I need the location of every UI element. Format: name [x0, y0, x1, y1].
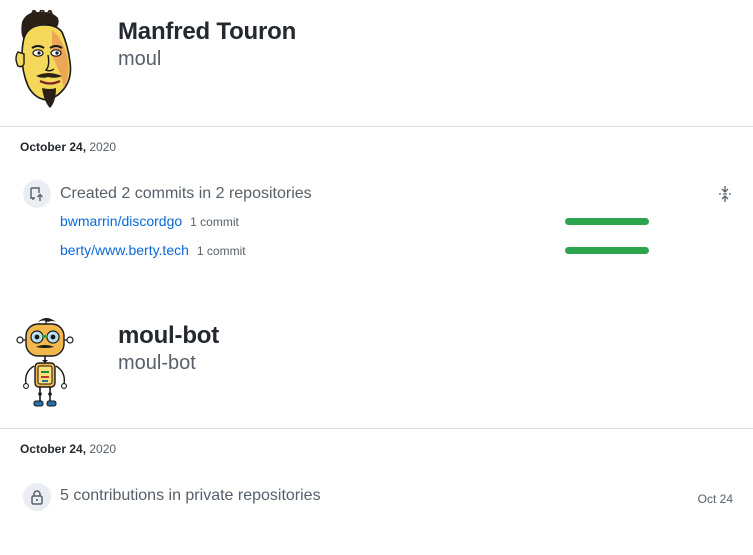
avatar-cartoon-face-icon	[15, 7, 72, 108]
activity-summary: 5 contributions in private repositories	[60, 487, 321, 504]
activity-date: October 24, 2020	[20, 442, 116, 456]
activity-summary: Created 2 commits in 2 repositories	[60, 185, 312, 202]
activity-time: Oct 24	[697, 492, 733, 506]
user-fullname[interactable]: moul-bot	[118, 322, 219, 350]
divider	[0, 126, 753, 127]
collapse-toggle-icon[interactable]	[716, 184, 734, 204]
divider	[0, 428, 753, 429]
date-year: 2020	[89, 442, 117, 456]
list-item: berty/www.berty.tech 1 commit	[60, 242, 246, 262]
date-month-day: October 24,	[20, 140, 87, 154]
activity-date: October 24, 2020	[20, 140, 116, 154]
commit-bar	[565, 247, 649, 254]
repo-link[interactable]: bwmarrin/discordgo	[60, 213, 182, 229]
user-username: moul-bot	[118, 352, 196, 374]
repo-link[interactable]: berty/www.berty.tech	[60, 242, 189, 258]
commit-bar	[565, 218, 649, 225]
commit-count[interactable]: 1 commit	[197, 244, 246, 258]
date-year: 2020	[89, 140, 117, 154]
lock-icon	[23, 483, 51, 511]
user-username: moul	[118, 48, 162, 70]
commit-count[interactable]: 1 commit	[190, 215, 239, 229]
date-month-day: October 24,	[20, 442, 87, 456]
avatar[interactable]	[12, 316, 80, 416]
avatar-robot-icon	[16, 318, 74, 407]
repo-push-icon	[23, 180, 51, 208]
list-item: bwmarrin/discordgo 1 commit	[60, 213, 239, 233]
avatar[interactable]	[12, 7, 80, 110]
user-fullname[interactable]: Manfred Touron	[118, 18, 296, 46]
